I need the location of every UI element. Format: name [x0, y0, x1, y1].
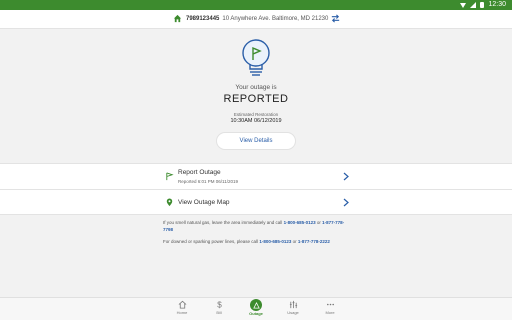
wifi-icon	[460, 2, 467, 8]
power-line-or-text: or	[292, 239, 297, 244]
bottom-navigation: Home $ Bill Outage Usage More	[0, 297, 512, 320]
status-bar: 12:30	[0, 0, 512, 10]
svg-text:$: $	[217, 301, 222, 309]
nav-more[interactable]: More	[315, 300, 345, 315]
view-outage-map-title: View Outage Map	[178, 199, 230, 206]
view-outage-map-row[interactable]: View Outage Map	[0, 189, 512, 215]
battery-icon	[480, 2, 485, 8]
gas-safety-message: If you smell natural gas, leave the area…	[163, 220, 283, 225]
gas-phone-link-1[interactable]: 1-800-685-0123	[284, 220, 316, 225]
more-icon	[326, 303, 334, 306]
nav-usage[interactable]: Usage	[278, 300, 308, 315]
estimated-restoration-value: 10:30AM 06/12/2019	[230, 118, 282, 124]
nav-outage-label: Outage	[249, 311, 263, 316]
account-header: 7989123445 10 Anywhere Ave. Baltimore, M…	[0, 10, 512, 29]
map-pin-icon	[166, 198, 173, 207]
power-line-message: For downed or sparking power lines, plea…	[163, 239, 259, 244]
outage-icon-badge	[250, 299, 262, 311]
lightbulb-icon	[242, 39, 270, 76]
account-address-bar[interactable]: 7989123445 10 Anywhere Ave. Baltimore, M…	[173, 14, 328, 23]
nav-bill-label: Bill	[216, 310, 222, 315]
outage-status: REPORTED	[223, 93, 289, 105]
nav-more-label: More	[325, 310, 335, 315]
outage-status-panel: Your outage is REPORTED Estimated Restor…	[0, 29, 512, 163]
usage-icon	[289, 300, 297, 309]
power-line-phone-link-2[interactable]: 1-877-778-2222	[298, 239, 330, 244]
power-line-safety-text: For downed or sparking power lines, plea…	[163, 238, 353, 245]
switch-account-icon[interactable]	[330, 13, 341, 24]
nav-home[interactable]: Home	[167, 300, 197, 315]
safety-info: If you smell natural gas, leave the area…	[163, 219, 353, 250]
flag-icon	[166, 172, 174, 181]
view-details-button[interactable]: View Details	[216, 132, 296, 150]
account-number: 7989123445	[186, 15, 220, 22]
nav-home-label: Home	[176, 310, 188, 315]
outage-icon	[252, 301, 260, 309]
outage-label: Your outage is	[235, 84, 277, 91]
chevron-right-icon	[343, 172, 349, 181]
nav-usage-label: Usage	[287, 310, 299, 315]
home-icon	[173, 14, 182, 23]
gas-or-text: or	[316, 220, 321, 225]
home-icon	[178, 300, 186, 309]
signal-icon	[470, 2, 477, 8]
status-time: 12:30	[488, 1, 506, 8]
gas-safety-text: If you smell natural gas, leave the area…	[163, 219, 353, 233]
power-line-phone-link-1[interactable]: 1-800-685-0123	[259, 239, 291, 244]
dollar-icon: $	[217, 301, 222, 309]
nav-outage[interactable]: Outage	[241, 299, 271, 316]
nav-bill[interactable]: $ Bill	[204, 300, 234, 315]
report-outage-subtitle: Reported 6:01 PM 06/11/2019	[178, 179, 238, 184]
chevron-right-icon	[343, 198, 349, 207]
report-outage-title: Report Outage	[178, 169, 221, 176]
report-outage-row[interactable]: Report Outage Reported 6:01 PM 06/11/201…	[0, 163, 512, 189]
account-address: 10 Anywhere Ave. Baltimore, MD 21230	[222, 15, 329, 22]
estimated-restoration-label: Estimated Restoration	[233, 112, 279, 117]
